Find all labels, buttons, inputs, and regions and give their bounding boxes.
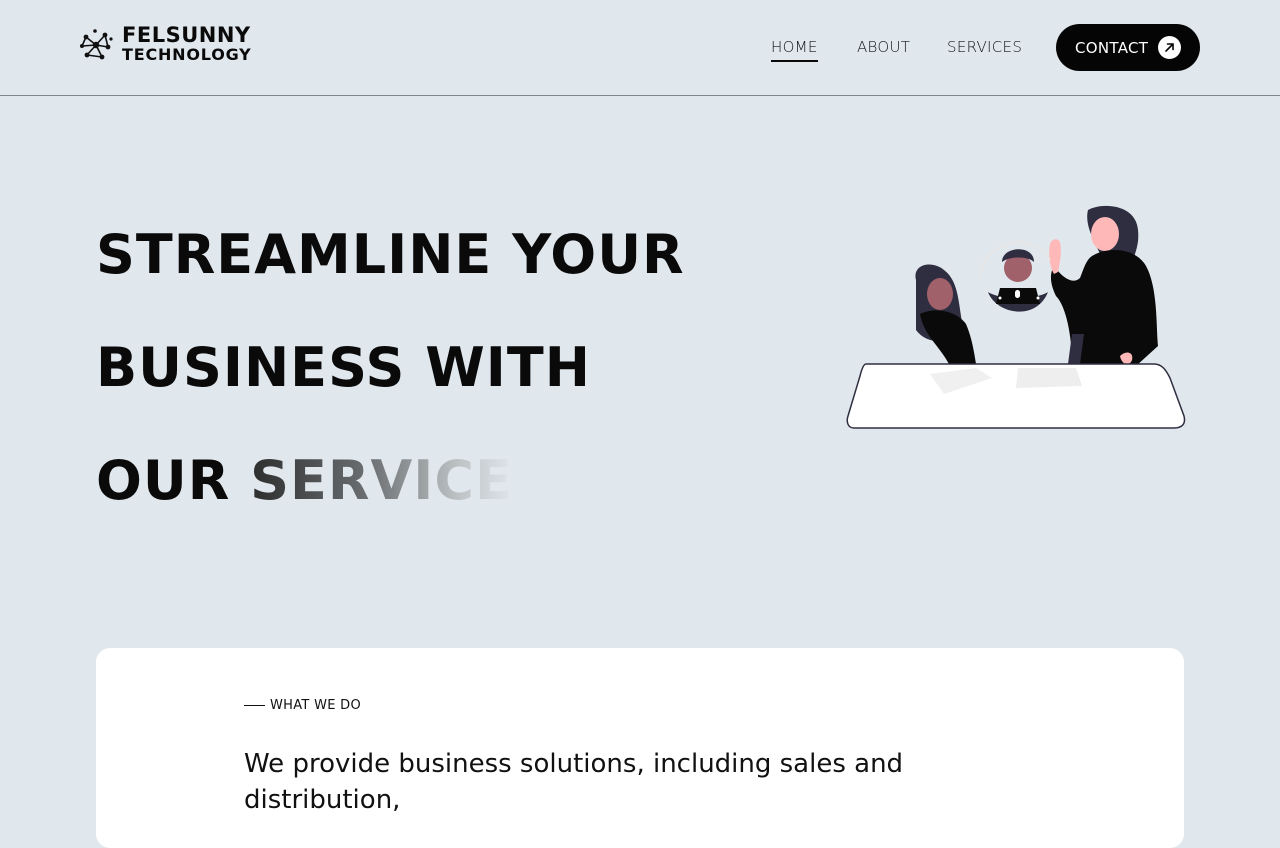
hero-typed-word: SERVICE	[250, 449, 513, 512]
section-intro-text: We provide business solutions, including…	[244, 749, 904, 815]
site-header: FELSUNNY TECHNOLOGY HOME ABOUT SERVICES …	[0, 0, 1280, 96]
network-nodes-icon	[80, 29, 113, 60]
contact-button-label: CONTACT	[1075, 38, 1149, 57]
hero-line-3: OUR SERVICE	[96, 446, 685, 559]
arrow-up-right-icon	[1158, 36, 1181, 59]
what-we-do-card: WHAT WE DO We provide business solutions…	[96, 648, 1184, 848]
nav-about-link[interactable]: ABOUT	[857, 36, 910, 62]
standing-woman-figure	[1049, 205, 1158, 366]
section-eyebrow-label: WHAT WE DO	[270, 698, 362, 713]
eyebrow-dash	[244, 705, 265, 706]
brand-logo[interactable]: FELSUNNY TECHNOLOGY	[78, 23, 252, 65]
video-call-bubble	[979, 241, 1051, 312]
section-eyebrow: WHAT WE DO	[244, 698, 361, 713]
hero-line-2: BUSINESS WITH	[96, 336, 591, 399]
hero-line-1: STREAMLINE YOUR	[96, 223, 685, 286]
brand-name-line2: TECHNOLOGY	[122, 45, 252, 64]
brand-name-line1: FELSUNNY	[122, 23, 251, 47]
hero-line-3-static: OUR	[96, 449, 251, 512]
team-meeting-illustration	[846, 205, 1186, 429]
contact-button[interactable]: CONTACT	[1056, 24, 1200, 71]
hero-headline: STREAMLINE YOUR BUSINESS WITH OUR SERVIC…	[96, 220, 685, 559]
meeting-table	[846, 363, 1186, 429]
nav-services-link[interactable]: SERVICES	[947, 36, 1022, 62]
brand-name: FELSUNNY TECHNOLOGY	[122, 23, 252, 65]
nav-home-link[interactable]: HOME	[771, 36, 818, 62]
